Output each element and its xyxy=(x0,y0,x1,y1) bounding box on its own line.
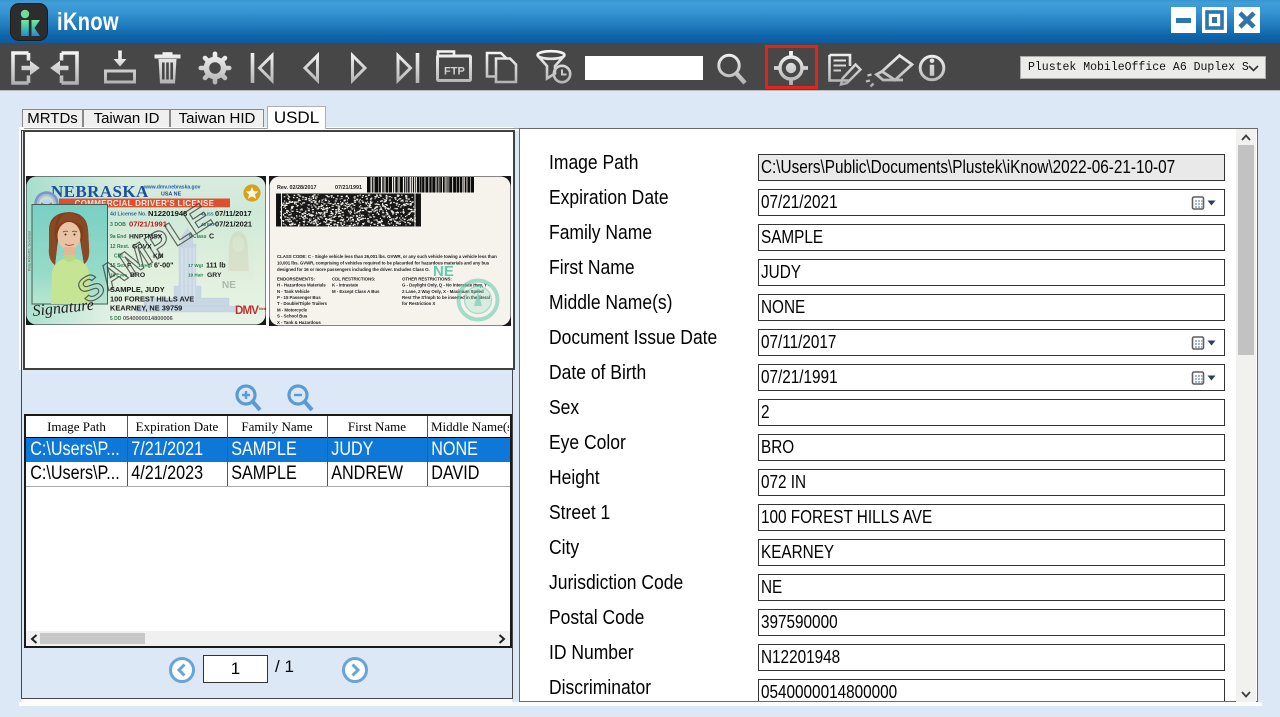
svg-text:CDL RESTRICTIONS:: CDL RESTRICTIONS: xyxy=(332,277,376,282)
svg-text:T - Double/Triple Trailers: T - Double/Triple Trailers xyxy=(277,301,328,306)
svg-text:Pete Ricketts, Governor: Pete Ricketts, Governor xyxy=(28,230,32,271)
svg-text:K - Intrastate: K - Intrastate xyxy=(332,283,359,288)
svg-text:3 DOB: 3 DOB xyxy=(110,222,126,228)
svg-text:Rev. 02/28/2017: Rev. 02/28/2017 xyxy=(277,185,316,191)
svg-text:NE: NE xyxy=(222,280,236,291)
svg-text:10,001 lbs. GVWR, comprising o: 10,001 lbs. GVWR, comprising of vehicles… xyxy=(277,261,490,266)
svg-text:07/21/2021: 07/21/2021 xyxy=(215,219,252,228)
svg-text:USA NE: USA NE xyxy=(161,192,182,198)
svg-text:07/21/1991: 07/21/1991 xyxy=(335,185,362,191)
svg-text:ENDORSEMENTS:: ENDORSEMENTS: xyxy=(277,277,315,282)
svg-text:100 FOREST HILLS AVE: 100 FOREST HILLS AVE xyxy=(110,295,194,304)
svg-text:P - 15 Passenger Bus: P - 15 Passenger Bus xyxy=(277,295,321,300)
svg-text:M - Motorcycle: M - Motorcycle xyxy=(277,307,308,312)
svg-text:KEARNEY, NE 39759: KEARNEY, NE 39759 xyxy=(110,304,182,313)
svg-text:4d License No.: 4d License No. xyxy=(110,212,147,218)
svg-text:111 lb: 111 lb xyxy=(206,260,226,269)
svg-text:DMV: DMV xyxy=(235,305,259,317)
svg-text:CLASS CODE: C - Single vehicle: CLASS CODE: C - Single vehicle less than… xyxy=(277,254,497,259)
svg-text:X - Tank & Hazardous: X - Tank & Hazardous xyxy=(277,320,321,325)
svg-text:07/11/2017: 07/11/2017 xyxy=(215,209,252,218)
svg-text:N - Tank Vehicle: N - Tank Vehicle xyxy=(277,289,310,294)
svg-text:OTHER RESTRICTIONS:: OTHER RESTRICTIONS: xyxy=(402,277,452,282)
svg-text:Nebraska: Nebraska xyxy=(259,307,266,311)
svg-text:FTP: FTP xyxy=(444,66,465,78)
svg-text:www.dmv.nebraska.gov: www.dmv.nebraska.gov xyxy=(143,185,201,191)
svg-text:GRY: GRY xyxy=(207,272,222,279)
svg-text:0540000014800006: 0540000014800006 xyxy=(123,316,173,322)
svg-text:S - School Bus: S - School Bus xyxy=(277,314,308,319)
svg-text:5 DD: 5 DD xyxy=(110,316,122,322)
svg-text:19 Hair: 19 Hair xyxy=(188,272,204,277)
svg-text:M - Except Class A Bus: M - Except Class A Bus xyxy=(332,289,380,294)
svg-text:17 Wgt: 17 Wgt xyxy=(188,263,204,268)
svg-text:for Restriction X: for Restriction X xyxy=(402,301,435,306)
svg-text:9a End: 9a End xyxy=(110,234,126,240)
svg-text:designed for 16 or more passen: designed for 16 or more passengers inclu… xyxy=(277,267,430,272)
svg-text:H - Hazardous Materials: H - Hazardous Materials xyxy=(277,283,326,288)
